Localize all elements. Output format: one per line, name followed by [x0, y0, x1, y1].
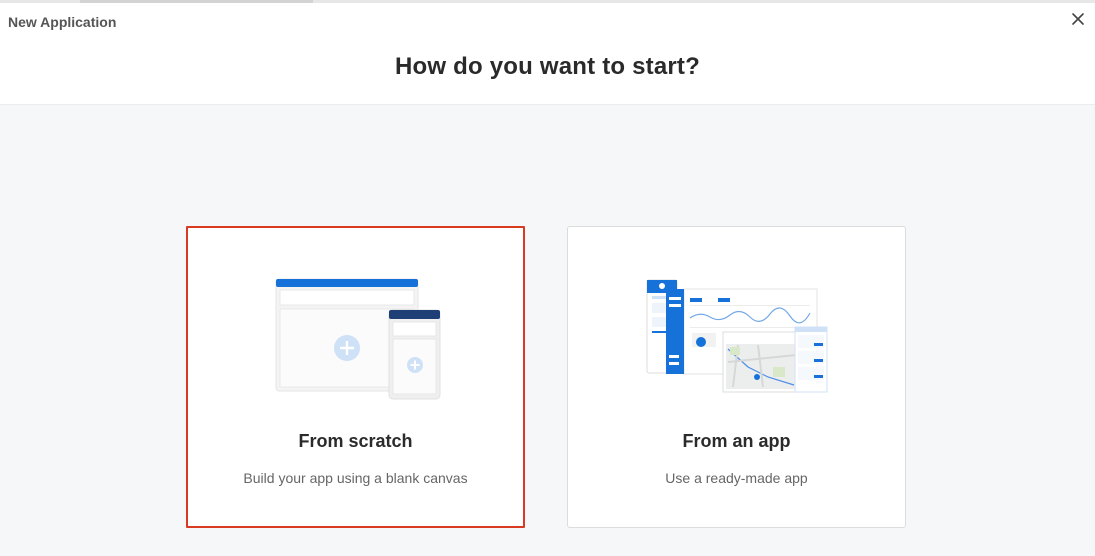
- option-title: From an app: [682, 431, 791, 451]
- option-description: Use a ready-made app: [665, 470, 808, 486]
- close-button[interactable]: [1070, 11, 1086, 27]
- option-title: From scratch: [298, 431, 413, 451]
- close-icon: [1072, 13, 1084, 25]
- window-title: New Application: [8, 14, 117, 30]
- dialog-header: New Application How do you want to start…: [0, 3, 1095, 105]
- option-card-from-scratch[interactable]: From scratch Build your app using a blan…: [186, 226, 525, 528]
- page-title: How do you want to start?: [395, 53, 700, 80]
- blank-canvas-illustration: [188, 228, 523, 428]
- option-card-from-an-app[interactable]: From an app Use a ready-made app: [567, 226, 906, 528]
- app-template-illustration: [568, 227, 905, 427]
- option-description: Build your app using a blank canvas: [243, 470, 468, 486]
